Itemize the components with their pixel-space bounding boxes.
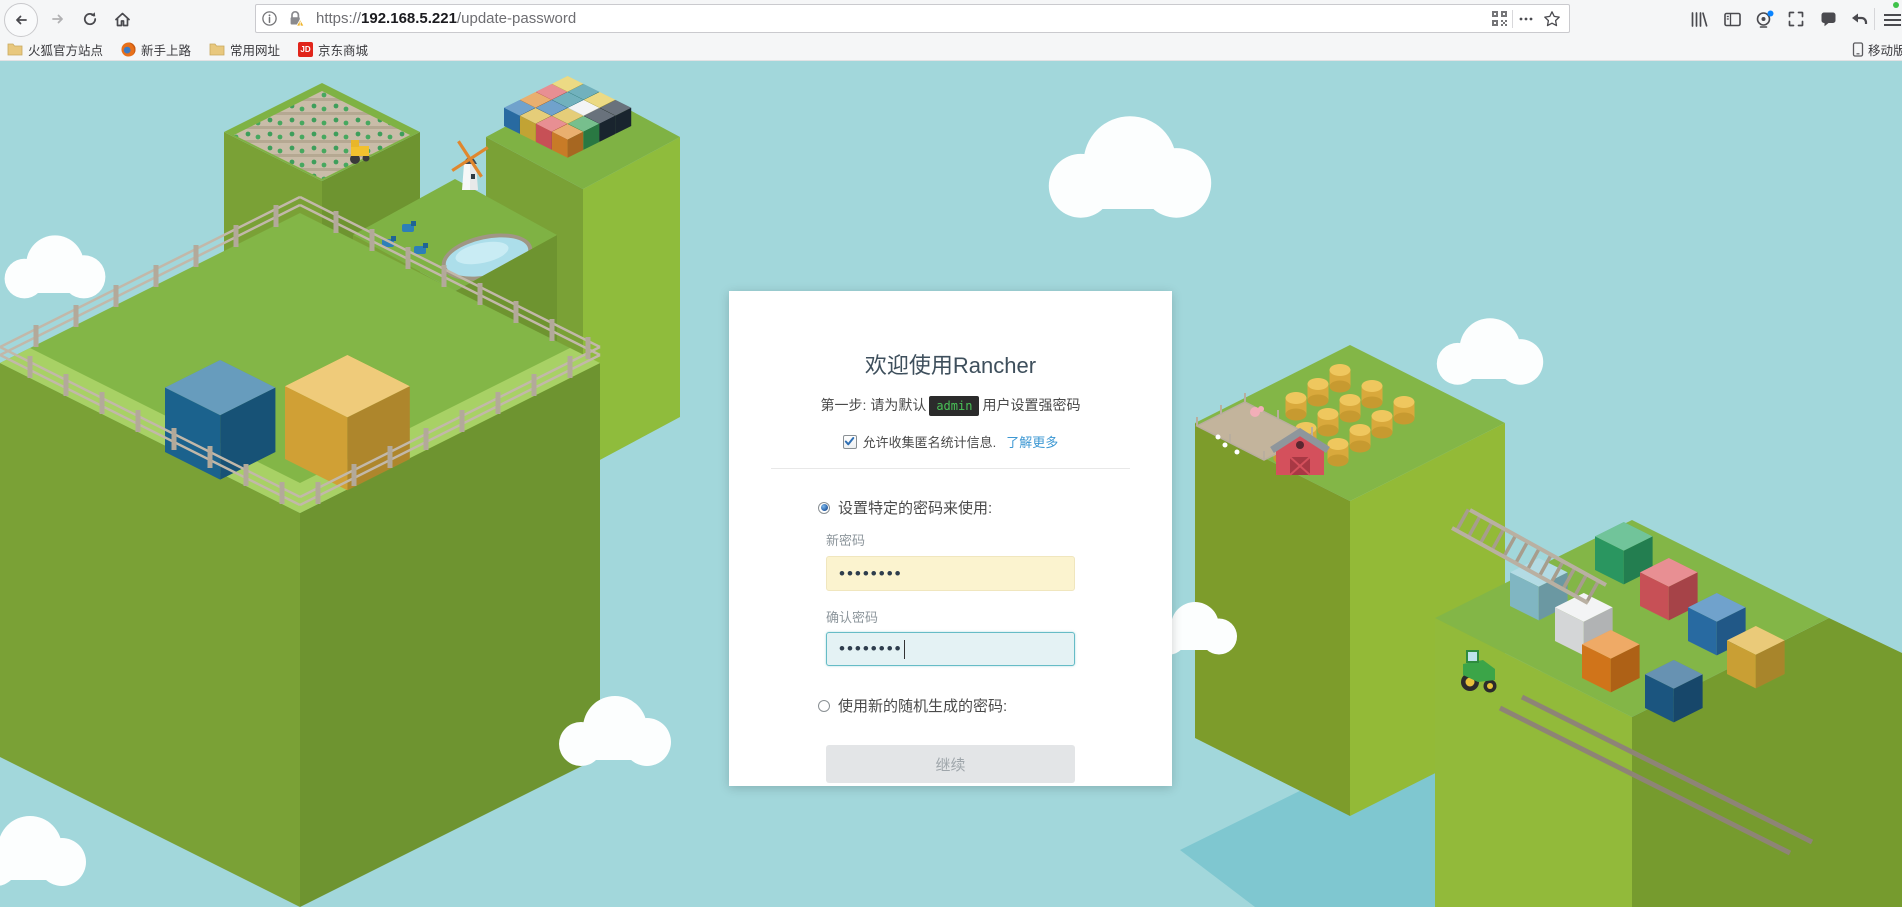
reload-button[interactable] xyxy=(74,3,106,35)
url-text[interactable]: https://192.168.5.221/update-password xyxy=(316,10,1486,27)
bookmark-item-firefox[interactable]: 新手上路 xyxy=(112,38,200,60)
radio-row-random[interactable]: 使用新的随机生成的密码: xyxy=(818,695,1075,716)
navigation-toolbar: https://192.168.5.221/update-password xyxy=(0,0,1902,38)
qr-code-icon[interactable] xyxy=(1486,5,1512,32)
bookmark-star-icon[interactable] xyxy=(1539,5,1565,32)
bookmark-item-jd[interactable]: JD 京东商城 xyxy=(289,38,377,60)
insecure-lock-icon[interactable] xyxy=(282,5,308,32)
webcam-notification-icon[interactable] xyxy=(1752,7,1776,31)
mobile-phone-icon xyxy=(1852,41,1864,57)
confirm-password-label: 确认密码 xyxy=(826,610,879,626)
messenger-bubble-icon[interactable] xyxy=(1816,7,1840,31)
url-bar[interactable]: https://192.168.5.221/update-password xyxy=(255,4,1570,33)
bookmarks-toolbar: 火狐官方站点 新手上路 常用网址 JD 京东商城 移动版书签 xyxy=(0,38,1902,61)
admin-username-badge: admin xyxy=(929,396,980,417)
step-prefix: 第一步: 请为默认 xyxy=(820,397,927,413)
toolbar-separator xyxy=(1874,8,1875,30)
bookmark-label: 京东商城 xyxy=(318,43,369,58)
mobile-bookmarks-item[interactable]: 移动版书签 xyxy=(1852,38,1902,60)
radio-random-label: 使用新的随机生成的密码: xyxy=(838,698,1008,716)
learn-more-link[interactable]: 了解更多 xyxy=(1006,432,1058,451)
bookmark-label: 火狐官方站点 xyxy=(28,43,104,58)
home-button[interactable] xyxy=(106,3,138,35)
divider xyxy=(771,468,1130,470)
rancher-setup-dialog: 欢迎使用Rancher 第一步: 请为默认 admin 用户设置强密码 允许收集匿名… xyxy=(729,291,1172,786)
new-password-label: 新密码 xyxy=(826,533,866,549)
bookmark-item-folder1[interactable]: 火狐官方站点 xyxy=(0,38,112,60)
page-title: 欢迎使用Rancher xyxy=(864,353,1037,378)
library-icon[interactable] xyxy=(1686,7,1710,31)
confirm-password-value: •••••••• xyxy=(839,639,903,659)
firefox-icon xyxy=(121,41,136,57)
menu-hamburger-icon[interactable] xyxy=(1882,7,1902,31)
back-button[interactable] xyxy=(4,3,38,37)
radio-specific-password[interactable] xyxy=(818,501,830,514)
menu-update-dot xyxy=(1893,2,1899,8)
browser-chrome: https://192.168.5.221/update-password 火狐… xyxy=(0,0,1902,61)
radio-row-specific[interactable]: 设置特定的密码来使用: xyxy=(818,497,1075,518)
forward-button[interactable] xyxy=(42,3,74,35)
bookmark-label: 新手上路 xyxy=(141,43,192,58)
new-password-value: •••••••• xyxy=(839,563,903,583)
bookmark-label: 常用网址 xyxy=(230,43,281,58)
step-instruction: 第一步: 请为默认 admin 用户设置强密码 xyxy=(729,395,1172,417)
undo-icon[interactable] xyxy=(1846,7,1870,31)
folder-icon xyxy=(209,43,225,56)
radio-specific-label: 设置特定的密码来使用: xyxy=(838,500,993,518)
site-info-icon[interactable] xyxy=(256,5,282,32)
confirm-password-input[interactable]: •••••••• xyxy=(826,632,1075,667)
new-password-input[interactable]: •••••••• xyxy=(826,556,1075,592)
url-domain: 192.168.5.221 xyxy=(361,10,457,27)
radio-random-password[interactable] xyxy=(818,699,830,712)
folder-icon xyxy=(7,43,23,56)
page-actions-icon[interactable] xyxy=(1513,5,1539,32)
telemetry-row: 允许收集匿名统计信息. 了解更多 xyxy=(729,432,1172,451)
url-path: /update-password xyxy=(456,10,577,27)
mobile-bookmarks-label: 移动版书签 xyxy=(1868,43,1902,58)
password-form: 设置特定的密码来使用: 新密码 •••••••• 确认密码 •••••••• 使… xyxy=(818,497,1075,784)
url-scheme: https:// xyxy=(316,10,362,27)
bookmark-item-folder2[interactable]: 常用网址 xyxy=(200,38,289,60)
screenshot-icon[interactable] xyxy=(1784,7,1808,31)
text-caret xyxy=(903,639,906,659)
telemetry-checkbox[interactable] xyxy=(842,434,857,449)
jd-icon: JD xyxy=(298,41,314,57)
continue-button[interactable]: 继续 xyxy=(826,745,1075,784)
check-icon xyxy=(844,437,855,446)
sidebar-toggle-icon[interactable] xyxy=(1720,7,1744,31)
telemetry-label: 允许收集匿名统计信息. xyxy=(862,435,997,451)
step-suffix: 用户设置强密码 xyxy=(982,397,1081,413)
